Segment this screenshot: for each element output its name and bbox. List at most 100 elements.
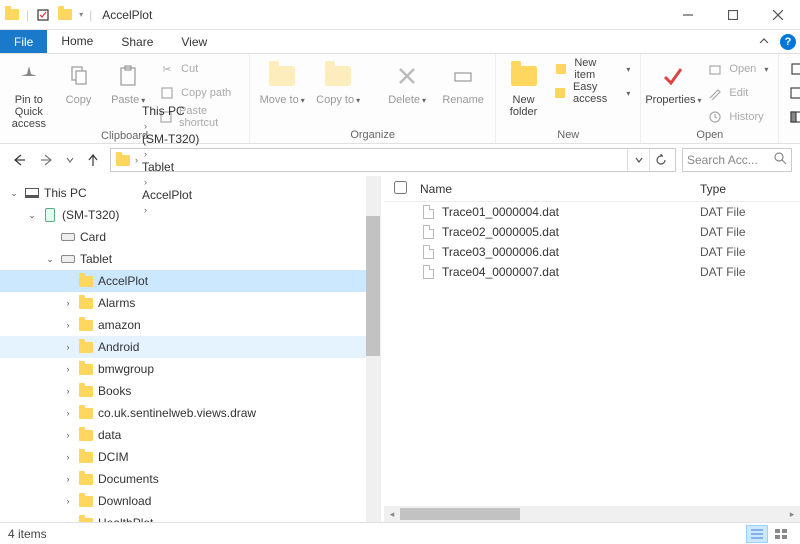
tree-item[interactable]: Card bbox=[0, 226, 380, 248]
tree-item[interactable]: ⌄Tablet bbox=[0, 248, 380, 270]
new-item-button[interactable]: New item▾ bbox=[549, 58, 634, 80]
tree-item-icon bbox=[78, 273, 94, 289]
tree-expander[interactable]: › bbox=[62, 386, 74, 396]
navigation-pane[interactable]: ⌄This PC⌄(SM-T320)Card⌄TabletAccelPlot›A… bbox=[0, 176, 380, 522]
refresh-button[interactable] bbox=[649, 149, 671, 171]
copy-button[interactable]: Copy bbox=[56, 56, 102, 106]
properties-qat-icon[interactable] bbox=[35, 7, 51, 23]
easy-access-button[interactable]: Easy access▾ bbox=[549, 82, 634, 104]
tab-file[interactable]: File bbox=[0, 30, 47, 53]
maximize-button[interactable] bbox=[710, 0, 755, 30]
search-icon bbox=[774, 152, 787, 168]
tree-item[interactable]: ⌄(SM-T320) bbox=[0, 204, 380, 226]
paste-button[interactable]: Paste▾ bbox=[105, 56, 151, 107]
tree-expander[interactable]: › bbox=[62, 496, 74, 506]
new-folder-qat-icon[interactable] bbox=[57, 7, 73, 23]
pin-to-quick-access-button[interactable]: Pin to Quick access bbox=[6, 56, 52, 130]
address-dropdown-button[interactable] bbox=[627, 149, 649, 171]
tree-expander[interactable]: › bbox=[62, 474, 74, 484]
tab-view[interactable]: View bbox=[167, 30, 221, 53]
tree-expander[interactable]: › bbox=[62, 408, 74, 418]
help-button[interactable]: ? bbox=[776, 30, 800, 53]
hscroll-left-arrow[interactable]: ◂ bbox=[384, 509, 400, 520]
tab-home[interactable]: Home bbox=[47, 30, 107, 53]
breadcrumb-segment[interactable]: (SM-T320) bbox=[142, 132, 199, 146]
tree-expander[interactable]: › bbox=[62, 298, 74, 308]
delete-button[interactable]: Delete▾ bbox=[381, 56, 433, 107]
breadcrumb-segment[interactable]: Tablet bbox=[142, 160, 199, 174]
history-button[interactable]: History bbox=[703, 106, 772, 128]
search-box[interactable]: Search Acc... bbox=[682, 148, 792, 172]
file-name: Trace04_0000007.dat bbox=[442, 265, 700, 279]
hscroll-thumb[interactable] bbox=[400, 508, 520, 520]
select-none-button[interactable]: Select none bbox=[785, 82, 800, 104]
column-header-name[interactable]: Name bbox=[420, 182, 700, 196]
select-all-checkbox[interactable] bbox=[394, 181, 407, 194]
tree-item-label: Books bbox=[98, 384, 131, 398]
file-list[interactable]: Trace01_0000004.datDAT FileTrace02_00000… bbox=[384, 202, 800, 506]
tree-item-icon bbox=[78, 471, 94, 487]
tree-expander[interactable]: › bbox=[62, 342, 74, 352]
tree-expander[interactable]: › bbox=[62, 452, 74, 462]
open-button[interactable]: Open▾ bbox=[703, 58, 772, 80]
tree-expander[interactable]: › bbox=[62, 364, 74, 374]
cut-button[interactable]: ✂Cut bbox=[155, 58, 243, 80]
select-all-button[interactable]: Select all bbox=[785, 58, 800, 80]
nav-forward-button[interactable] bbox=[36, 149, 58, 171]
tree-item[interactable]: ⌄This PC bbox=[0, 182, 380, 204]
tree-item[interactable]: ›Alarms bbox=[0, 292, 380, 314]
tab-share[interactable]: Share bbox=[107, 30, 167, 53]
tree-item[interactable]: ›DCIM bbox=[0, 446, 380, 468]
tree-item[interactable]: › Books bbox=[0, 380, 380, 402]
tree-item[interactable]: ›Android bbox=[0, 336, 380, 358]
column-header-type[interactable]: Type bbox=[700, 182, 800, 196]
copy-path-button[interactable]: Copy path bbox=[155, 82, 243, 104]
properties-button[interactable]: Properties▾ bbox=[647, 56, 699, 107]
file-row[interactable]: Trace04_0000007.datDAT File bbox=[384, 262, 800, 282]
nav-back-button[interactable] bbox=[8, 149, 30, 171]
tree-item[interactable]: ›Download bbox=[0, 490, 380, 512]
tree-expander[interactable]: › bbox=[62, 518, 74, 522]
chevron-right-icon[interactable]: › bbox=[142, 149, 149, 159]
tree-expander[interactable]: ⌄ bbox=[26, 210, 38, 221]
breadcrumb-bar[interactable]: › This PC›(SM-T320)›Tablet›AccelPlot› bbox=[110, 148, 676, 172]
tree-expander[interactable]: › bbox=[62, 430, 74, 440]
file-row[interactable]: Trace01_0000004.datDAT File bbox=[384, 202, 800, 222]
close-button[interactable] bbox=[755, 0, 800, 30]
cut-icon: ✂ bbox=[159, 61, 175, 77]
tree-item[interactable]: ›data bbox=[0, 424, 380, 446]
invert-selection-icon bbox=[789, 109, 800, 125]
rename-button[interactable]: Rename bbox=[437, 56, 489, 106]
qat-dropdown-icon[interactable]: ▾ bbox=[79, 10, 83, 19]
nav-vertical-scrollbar[interactable] bbox=[366, 176, 380, 522]
move-to-button[interactable]: Move to▾ bbox=[256, 56, 308, 107]
file-row[interactable]: Trace03_0000006.datDAT File bbox=[384, 242, 800, 262]
nav-up-button[interactable] bbox=[82, 149, 104, 171]
large-icons-view-button[interactable] bbox=[770, 525, 792, 543]
minimize-button[interactable] bbox=[665, 0, 710, 30]
new-folder-button[interactable]: New folder bbox=[502, 56, 545, 118]
details-view-button[interactable] bbox=[746, 525, 768, 543]
tree-expander[interactable]: ⌄ bbox=[8, 188, 20, 199]
horizontal-scrollbar[interactable]: ◂ ▸ bbox=[384, 506, 800, 522]
ribbon-group-organize: Move to▾ Copy to▾ Delete▾ Rename Organiz… bbox=[250, 54, 496, 143]
copy-to-button[interactable]: Copy to▾ bbox=[312, 56, 364, 107]
chevron-right-icon[interactable]: › bbox=[142, 121, 149, 131]
tree-item[interactable]: ›amazon bbox=[0, 314, 380, 336]
collapse-ribbon-button[interactable] bbox=[752, 30, 776, 53]
chevron-right-icon[interactable]: › bbox=[133, 155, 140, 165]
breadcrumb-segment[interactable]: This PC bbox=[142, 104, 199, 118]
hscroll-right-arrow[interactable]: ▸ bbox=[784, 509, 800, 520]
tree-item[interactable]: AccelPlot bbox=[0, 270, 380, 292]
nav-scroll-thumb[interactable] bbox=[366, 216, 380, 356]
invert-selection-button[interactable]: Invert selection bbox=[785, 106, 800, 128]
tree-expander[interactable]: ⌄ bbox=[44, 254, 56, 265]
tree-item[interactable]: ›Documents bbox=[0, 468, 380, 490]
tree-item[interactable]: ›bmwgroup bbox=[0, 358, 380, 380]
edit-button[interactable]: Edit bbox=[703, 82, 772, 104]
nav-recent-button[interactable] bbox=[64, 149, 76, 171]
tree-expander[interactable]: › bbox=[62, 320, 74, 330]
tree-item[interactable]: ›HealthPlot bbox=[0, 512, 380, 522]
file-row[interactable]: Trace02_0000005.datDAT File bbox=[384, 222, 800, 242]
tree-item[interactable]: ›co.uk.sentinelweb.views.draw bbox=[0, 402, 380, 424]
